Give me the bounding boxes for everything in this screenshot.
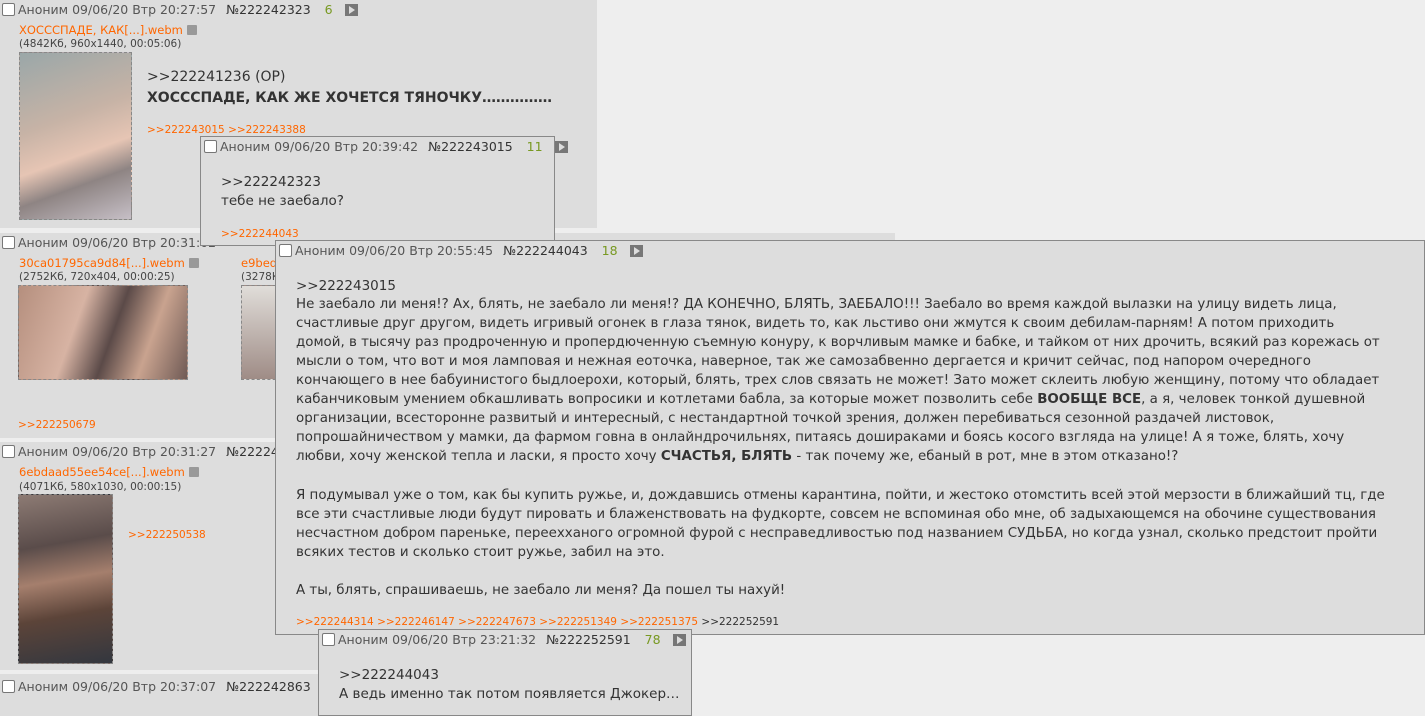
file-info: (2752Кб, 720x404, 00:00:25) xyxy=(19,271,175,283)
post-date: 09/06/20 Втр 20:39:42 xyxy=(274,139,419,154)
post-preview-222252591: Аноним 09/06/20 Втр 23:21:32 №222252591 … xyxy=(318,629,692,716)
post-222242863: Аноним 09/06/20 Втр 20:37:07 №222242863 … xyxy=(0,674,333,716)
play-icon[interactable] xyxy=(629,245,643,257)
select-checkbox[interactable] xyxy=(204,140,217,153)
thumbnail[interactable] xyxy=(18,285,188,380)
thumbnail[interactable] xyxy=(18,494,113,664)
reply-link[interactable]: >>222251349 xyxy=(539,616,617,628)
reply-link[interactable]: >>222243015 xyxy=(147,124,225,136)
post-date: 09/06/20 Втр 20:55:45 xyxy=(349,243,494,258)
post-author: Аноним xyxy=(18,444,69,459)
file-name[interactable]: 6ebdaad55ee54ce[...].webm xyxy=(19,465,185,479)
bold-text: ВООБЩЕ ВСЕ xyxy=(1037,392,1142,407)
post-text-paragraph-2: Я подумывал уже о том, как бы купить руж… xyxy=(296,488,1385,560)
post-number[interactable]: №222244043 xyxy=(503,243,588,258)
thumbnail[interactable] xyxy=(19,52,132,220)
reply-link[interactable]: >>222243388 xyxy=(228,124,306,136)
reply-link[interactable]: >>222250538 xyxy=(128,529,206,541)
file-info: (3278К xyxy=(241,271,280,283)
file-name[interactable]: ХОСССПАДЕ, КАК[...].webm xyxy=(19,23,183,37)
reply-count: 11 xyxy=(526,139,543,154)
select-checkbox[interactable] xyxy=(279,244,292,257)
post-text-paragraph-1: Не заебало ли меня!? Ах, блять, не заеба… xyxy=(296,295,1386,466)
post-author: Аноним xyxy=(338,632,389,647)
play-icon[interactable] xyxy=(672,634,686,646)
post-number[interactable]: №222242323 xyxy=(226,2,311,17)
file-name[interactable]: 30ca01795ca9d84[...].webm xyxy=(19,256,185,270)
reply-count: 18 xyxy=(601,243,618,258)
reply-link[interactable]: >>222244043 xyxy=(221,228,299,240)
text-segment: Не заебало ли меня!? Ах, блять, не заеба… xyxy=(296,297,1380,407)
post-date: 09/06/20 Втр 20:27:57 xyxy=(72,2,217,17)
post-date: 09/06/20 Втр 23:21:32 xyxy=(392,632,537,647)
select-checkbox[interactable] xyxy=(2,445,15,458)
post-text-paragraph-3: А ты, блять, спрашиваешь, не заебало ли … xyxy=(296,583,786,598)
reply-link[interactable]: >>222250679 xyxy=(18,419,96,431)
post-text: ХОСССПАДЕ, КАК ЖЕ ХОЧЕТСЯ ТЯНОЧКУ…………… xyxy=(147,90,553,106)
reply-link-current[interactable]: >>222252591 xyxy=(701,616,779,628)
post-author: Аноним xyxy=(18,2,69,17)
reply-to-link[interactable]: >>222242323 xyxy=(221,173,321,192)
select-checkbox[interactable] xyxy=(322,633,335,646)
select-checkbox[interactable] xyxy=(2,680,15,693)
reply-count: 6 xyxy=(324,2,333,17)
post-text: тебе не заебало? xyxy=(221,193,344,209)
play-icon[interactable] xyxy=(344,4,358,16)
post-number[interactable]: №222242863 xyxy=(226,679,311,694)
reply-count: 78 xyxy=(644,632,661,647)
post-number[interactable]: №222252591 xyxy=(546,632,631,647)
search-icon[interactable] xyxy=(188,467,199,477)
play-icon[interactable] xyxy=(554,141,568,153)
reply-to-link[interactable]: >>222243015 xyxy=(296,277,396,296)
file-name[interactable]: e9bed xyxy=(241,256,277,270)
post-number[interactable]: №222243015 xyxy=(428,139,513,154)
post-author: Аноним xyxy=(18,679,69,694)
select-checkbox[interactable] xyxy=(2,236,15,249)
reply-link[interactable]: >>222247673 xyxy=(458,616,536,628)
file-info: (4071Кб, 580x1030, 00:00:15) xyxy=(19,481,182,493)
search-icon[interactable] xyxy=(188,258,199,268)
select-checkbox[interactable] xyxy=(2,3,15,16)
post-date: 09/06/20 Втр 20:37:07 xyxy=(72,679,217,694)
post-author: Аноним xyxy=(220,139,271,154)
post-date: 09/06/20 Втр 20:31:02 xyxy=(72,235,217,250)
post-date: 09/06/20 Втр 20:31:27 xyxy=(72,444,217,459)
search-icon[interactable] xyxy=(186,25,197,35)
reply-to-link[interactable]: >>222244043 xyxy=(339,666,439,685)
post-preview-222243015: Аноним 09/06/20 Втр 20:39:42 №222243015 … xyxy=(200,136,568,246)
text-segment: - так почему же, ебаный в рот, мне в это… xyxy=(792,449,1179,464)
file-info: (4842Кб, 960x1440, 00:05:06) xyxy=(19,38,182,50)
reply-to-link[interactable]: >>222241236 (OP) xyxy=(147,68,285,87)
post-preview-222244043: Аноним 09/06/20 Втр 20:55:45 №222244043 … xyxy=(275,240,1425,635)
post-author: Аноним xyxy=(18,235,69,250)
reply-link[interactable]: >>222246147 xyxy=(377,616,455,628)
reply-link[interactable]: >>222251375 xyxy=(620,616,698,628)
post-author: Аноним xyxy=(295,243,346,258)
post-text: А ведь именно так потом появляется Джоке… xyxy=(339,686,680,702)
bold-text: СЧАСТЬЯ, БЛЯТЬ xyxy=(660,449,793,464)
reply-link[interactable]: >>222244314 xyxy=(296,616,374,628)
